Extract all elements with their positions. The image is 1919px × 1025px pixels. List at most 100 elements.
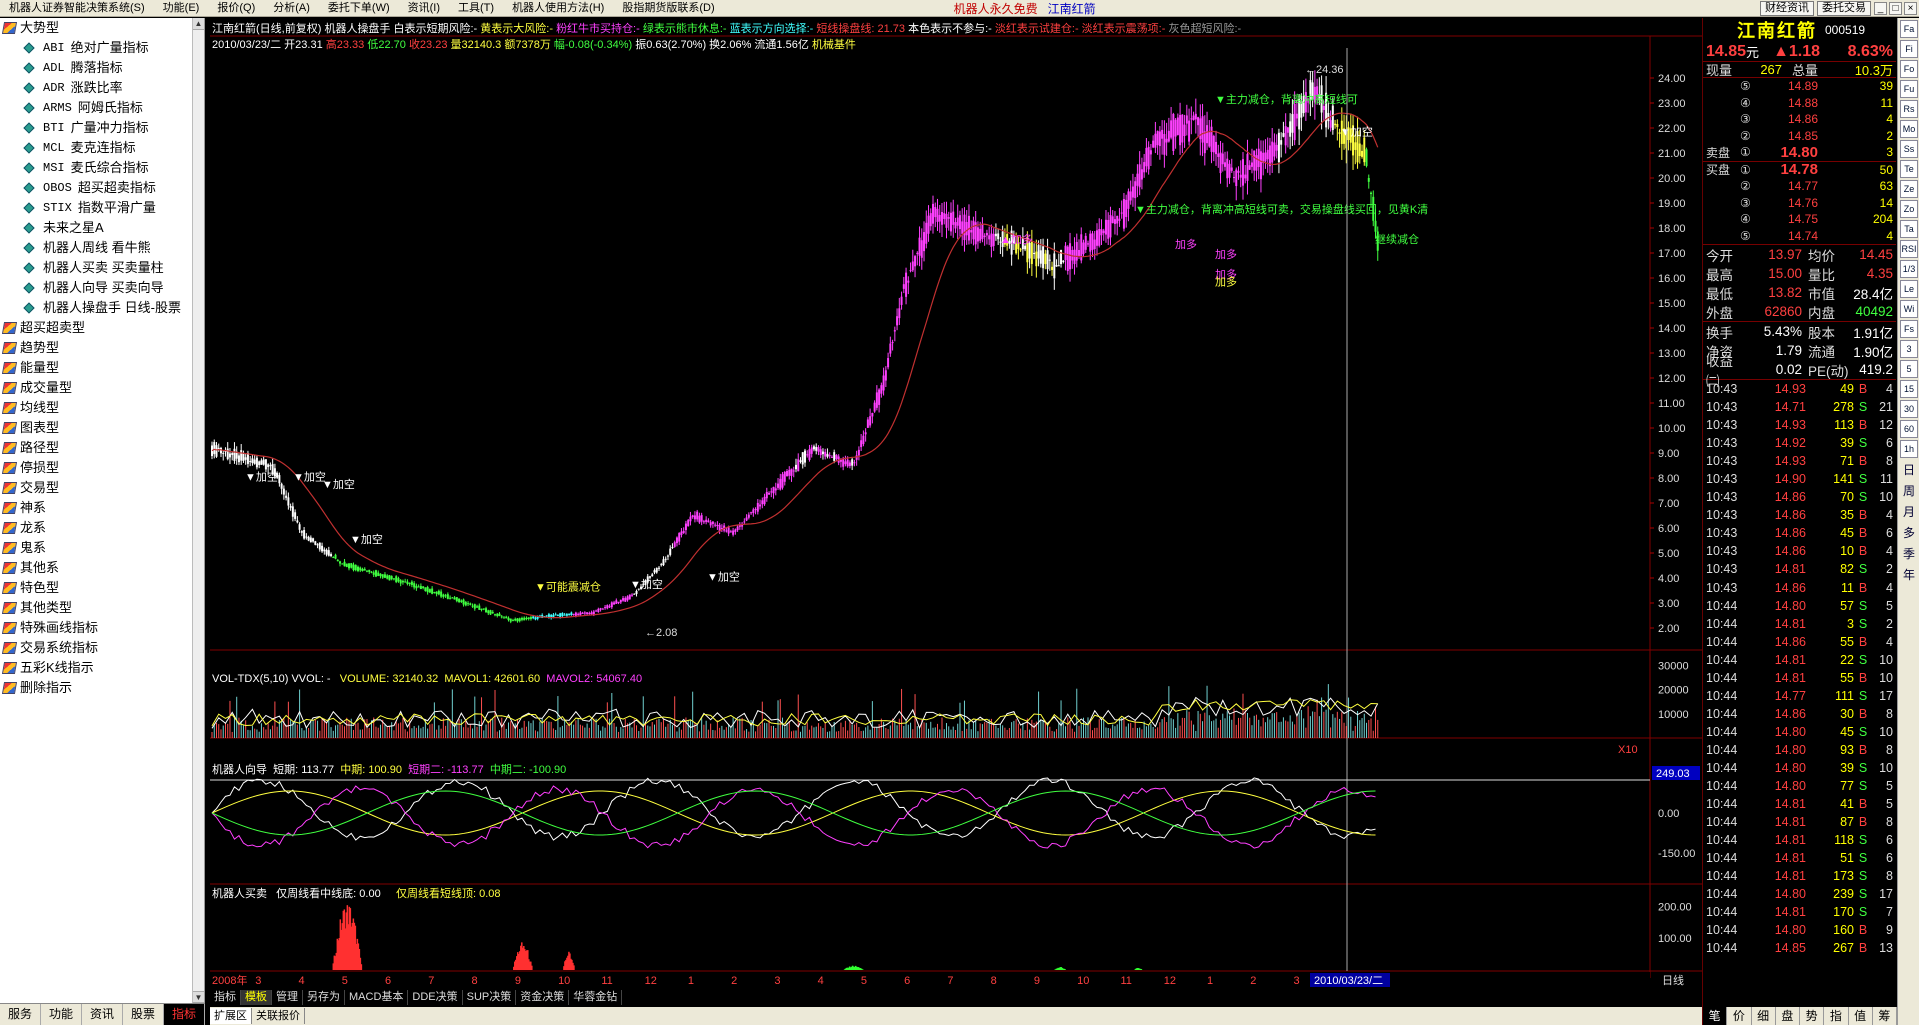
function-tab[interactable]: 指标 — [210, 990, 241, 1005]
function-tab[interactable]: 华蓉金钻 — [569, 990, 623, 1005]
quote-tab[interactable]: 指 — [1824, 1007, 1849, 1025]
tree-indicator[interactable]: BTI 广量冲力指标 — [0, 118, 204, 138]
function-tab[interactable]: DDE决策 — [408, 990, 463, 1005]
tree-indicator[interactable]: STIX 指数平滑广量 — [0, 198, 204, 218]
tree-category[interactable]: 其他系 — [0, 558, 204, 578]
quote-tab[interactable]: 细 — [1752, 1007, 1776, 1025]
left-tab[interactable]: 资讯 — [82, 1004, 123, 1025]
menu-system[interactable]: 机器人证券智能决策系统(S) — [0, 0, 154, 17]
quote-tab[interactable]: 筹 — [1873, 1007, 1897, 1025]
tree-category[interactable]: 图表型 — [0, 418, 204, 438]
kline-chart[interactable]: 24.0023.0022.0021.0020.0019.0018.0017.00… — [210, 18, 1702, 993]
menu-info[interactable]: 资讯(I) — [399, 0, 449, 17]
tree-indicator[interactable]: MCL 麦克连指标 — [0, 138, 204, 158]
tree-indicator[interactable]: ARMS 阿姆氏指标 — [0, 98, 204, 118]
toolbar-icon[interactable]: Ta — [1900, 220, 1918, 238]
maximize-icon[interactable]: □ — [1889, 1, 1902, 15]
left-tab[interactable]: 股票 — [123, 1004, 164, 1025]
period-button[interactable]: 月 — [1900, 502, 1918, 522]
tree-indicator[interactable]: 机器人操盘手 日线-股票 — [0, 298, 204, 318]
tree-indicator[interactable]: ABI 绝对广量指标 — [0, 38, 204, 58]
tree-category[interactable]: 其他类型 — [0, 598, 204, 618]
period-button[interactable]: 年 — [1900, 565, 1918, 585]
toolbar-icon[interactable]: Fo — [1900, 60, 1918, 78]
tree-indicator[interactable]: ADL 腾落指标 — [0, 58, 204, 78]
tree-category[interactable]: 特色型 — [0, 578, 204, 598]
function-tab[interactable]: SUP决策 — [463, 990, 517, 1005]
tree-category[interactable]: 成交量型 — [0, 378, 204, 398]
tree-scrollbar[interactable]: ▲ ▼ — [192, 18, 204, 1003]
menu-help[interactable]: 机器人使用方法(H) — [503, 0, 613, 17]
tree-indicator[interactable]: 机器人向导 买卖向导 — [0, 278, 204, 298]
period-button[interactable]: 周 — [1900, 481, 1918, 501]
toolbar-icon[interactable]: RSI — [1900, 240, 1918, 258]
toolbar-icon[interactable]: 60 — [1900, 420, 1918, 438]
sub-tab[interactable]: 扩展区 — [210, 1008, 252, 1024]
quote-tab[interactable]: 价 — [1727, 1007, 1752, 1025]
toolbar-icon[interactable]: Ze — [1900, 180, 1918, 198]
toolbar-icon[interactable]: 30 — [1900, 400, 1918, 418]
toolbar-icon[interactable]: Mo — [1900, 120, 1918, 138]
left-tab[interactable]: 指标 — [164, 1004, 205, 1025]
menu-futures[interactable]: 股指期货版联系(D) — [613, 0, 723, 17]
finance-news-button[interactable]: 财经资讯 — [1760, 0, 1814, 16]
toolbar-icon[interactable]: 1h — [1900, 440, 1918, 458]
function-tab[interactable]: 另存为 — [303, 990, 345, 1005]
left-tab[interactable]: 功能 — [41, 1004, 82, 1025]
menu-quote[interactable]: 报价(Q) — [208, 0, 264, 17]
toolbar-icon[interactable]: Ss — [1900, 140, 1918, 158]
quote-tab[interactable]: 势 — [1800, 1007, 1825, 1025]
toolbar-icon[interactable]: 5 — [1900, 360, 1918, 378]
toolbar-icon[interactable]: Fi — [1900, 40, 1918, 58]
tree-category[interactable]: 鬼系 — [0, 538, 204, 558]
tree-category[interactable]: 交易型 — [0, 478, 204, 498]
scroll-down-icon[interactable]: ▼ — [193, 991, 204, 1003]
toolbar-icon[interactable]: Fs — [1900, 320, 1918, 338]
tree-indicator[interactable]: OBOS 超买超卖指标 — [0, 178, 204, 198]
function-tab[interactable]: MACD基本 — [345, 990, 409, 1005]
toolbar-icon[interactable]: Wi — [1900, 300, 1918, 318]
menu-analysis[interactable]: 分析(A) — [264, 0, 319, 17]
tree-indicator[interactable]: 机器人周线 看牛熊 — [0, 238, 204, 258]
quote-tab[interactable]: 盘 — [1776, 1007, 1800, 1025]
tree-category[interactable]: 趋势型 — [0, 338, 204, 358]
period-button[interactable]: 日 — [1900, 460, 1918, 480]
period-button[interactable]: 多 — [1900, 523, 1918, 543]
tree-category[interactable]: 神系 — [0, 498, 204, 518]
tree-category[interactable]: 路径型 — [0, 438, 204, 458]
tree-category[interactable]: 龙系 — [0, 518, 204, 538]
toolbar-icon[interactable]: 3 — [1900, 340, 1918, 358]
trade-order-button[interactable]: 委托交易 — [1817, 0, 1871, 16]
chart-area[interactable]: 24.00 23.00 22.00 21.00 20.00 19.00 18.00 17.00… — [210, 18, 1702, 993]
tree-indicator[interactable]: 机器人买卖 买卖量柱 — [0, 258, 204, 278]
sub-tab[interactable]: 关联报价 — [252, 1008, 305, 1024]
left-tab[interactable]: 服务 — [0, 1004, 41, 1025]
tree-category[interactable]: 停损型 — [0, 458, 204, 478]
close-icon[interactable]: × — [1904, 1, 1917, 15]
quote-tab[interactable]: 值 — [1849, 1007, 1873, 1025]
minimize-icon[interactable]: _ — [1874, 1, 1887, 15]
tree-indicator[interactable]: ADR 涨跌比率 — [0, 78, 204, 98]
toolbar-icon[interactable]: Te — [1900, 160, 1918, 178]
menu-order[interactable]: 委托下单(W) — [319, 0, 399, 17]
menu-function[interactable]: 功能(E) — [154, 0, 209, 17]
function-tab[interactable]: 管理 — [272, 990, 303, 1005]
function-tab[interactable]: 模板 — [241, 990, 272, 1005]
toolbar-icon[interactable]: Zo — [1900, 200, 1918, 218]
tree-category[interactable]: 均线型 — [0, 398, 204, 418]
scroll-up-icon[interactable]: ▲ — [193, 18, 204, 30]
tree-category[interactable]: 删除指示 — [0, 678, 204, 698]
tree-category[interactable]: 五彩K线指示 — [0, 658, 204, 678]
quote-tab[interactable]: 笔 — [1703, 1007, 1728, 1025]
tree-indicator[interactable]: 未来之星A — [0, 218, 204, 238]
toolbar-icon[interactable]: Le — [1900, 280, 1918, 298]
function-tab[interactable]: 资金决策 — [516, 990, 570, 1005]
period-button[interactable]: 季 — [1900, 544, 1918, 564]
tree-category[interactable]: 大势型 — [0, 18, 204, 38]
toolbar-icon[interactable]: 1/3 — [1900, 260, 1918, 278]
tree-category[interactable]: 能量型 — [0, 358, 204, 378]
tree-category[interactable]: 超买超卖型 — [0, 318, 204, 338]
toolbar-icon[interactable]: Rs — [1900, 100, 1918, 118]
tree-category[interactable]: 交易系统指标 — [0, 638, 204, 658]
toolbar-icon[interactable]: 15 — [1900, 380, 1918, 398]
